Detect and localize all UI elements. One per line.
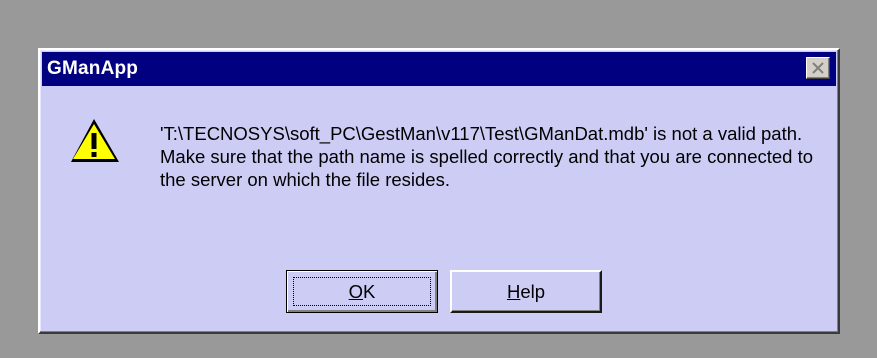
- ok-button[interactable]: OK: [286, 270, 438, 313]
- window-title: GManApp: [47, 58, 139, 79]
- close-icon: [812, 62, 824, 74]
- help-accelerator: H: [506, 280, 521, 302]
- help-button[interactable]: Help: [450, 270, 602, 313]
- help-button-label: Help: [507, 281, 545, 303]
- warning-icon: [71, 119, 119, 162]
- title-bar[interactable]: GManApp: [42, 52, 836, 86]
- close-button[interactable]: [806, 57, 830, 79]
- focus-ring: [293, 277, 431, 306]
- message-text: 'T:\TECNOSYS\soft_PC\GestMan\v117\Test\G…: [160, 123, 814, 190]
- help-label-rest: elp: [520, 280, 546, 302]
- message-dialog: GManApp 'T:\TECNOSYS\soft_PC\GestMan\v11…: [38, 48, 840, 334]
